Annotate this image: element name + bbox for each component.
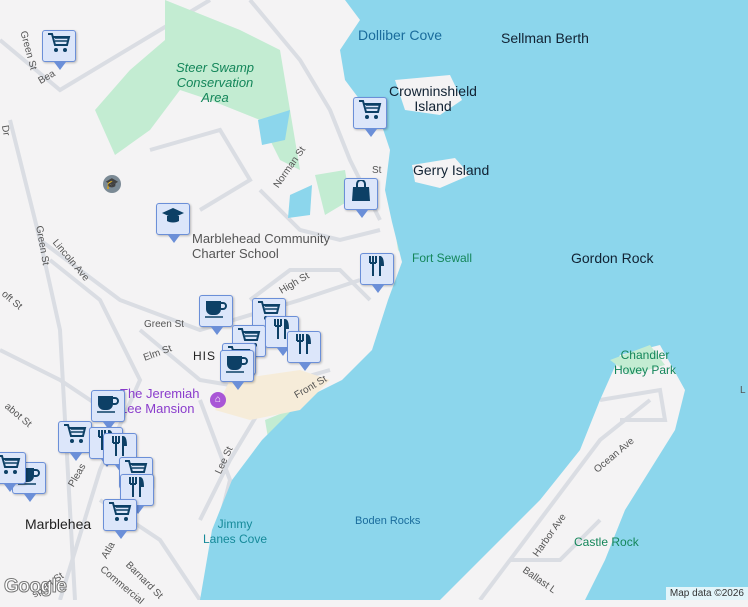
cart-icon [47,32,71,60]
label-fort-sewall: Fort Sewall [412,251,473,265]
cart-icon [63,423,87,451]
label-jimmy-lanes-cove: Jimmy Lanes Cove [202,517,268,546]
street-st: St [372,165,382,176]
label-dolliber-cove: Dolliber Cove [358,27,443,43]
marker-bag[interactable] [344,178,378,218]
marker-food[interactable] [287,331,321,371]
label-boden-rocks: Boden Rocks [355,515,421,527]
school-icon [161,205,185,233]
label-chandler-hovey-park: Chandler Hovey Park [613,348,677,377]
label-marblehead: Marblehea [25,516,92,532]
label-castle-rock: Castle Rock [574,535,639,549]
cart-icon [358,99,382,127]
marker-coffee[interactable] [91,390,125,430]
marker-coffee[interactable] [220,350,254,390]
label-gerry-island: Gerry Island [413,162,490,178]
label-jeremiah-lee-mansion: The Jeremiah Lee Mansion [120,386,200,416]
map-attribution[interactable]: Map data ©2026 [665,587,748,600]
label-crowninshield-island: Crowninshield Island [389,83,477,114]
label-school: Marblehead Community Charter School [192,231,331,261]
bag-icon [349,179,373,208]
school-pin-icon[interactable]: 🎓 [103,175,121,193]
marker-cart[interactable] [0,452,26,492]
street-edge: L [740,385,746,396]
coffee-icon [96,392,120,420]
food-icon [365,255,389,283]
label-sellman-berth: Sellman Berth [501,30,589,46]
marker-cart[interactable] [353,97,387,137]
marker-coffee[interactable] [199,295,233,335]
cart-icon [108,501,132,529]
label-steer-swamp: Steer Swamp Conservation Area [175,60,255,105]
street-dr: Dr [0,124,12,137]
marker-cart[interactable] [42,30,76,70]
google-logo[interactable]: Google [3,576,67,598]
marker-cart[interactable] [58,421,92,461]
marker-school[interactable] [156,203,190,243]
marker-cart[interactable] [103,499,137,539]
street-green-st: Green St [144,319,185,330]
coffee-icon [225,352,249,380]
cart-icon [0,454,21,482]
museum-icon[interactable]: ⌂ [210,392,226,408]
label-gordon-rock: Gordon Rock [571,250,654,266]
food-icon [292,333,316,361]
marker-food[interactable] [360,253,394,293]
coffee-icon [204,297,228,325]
